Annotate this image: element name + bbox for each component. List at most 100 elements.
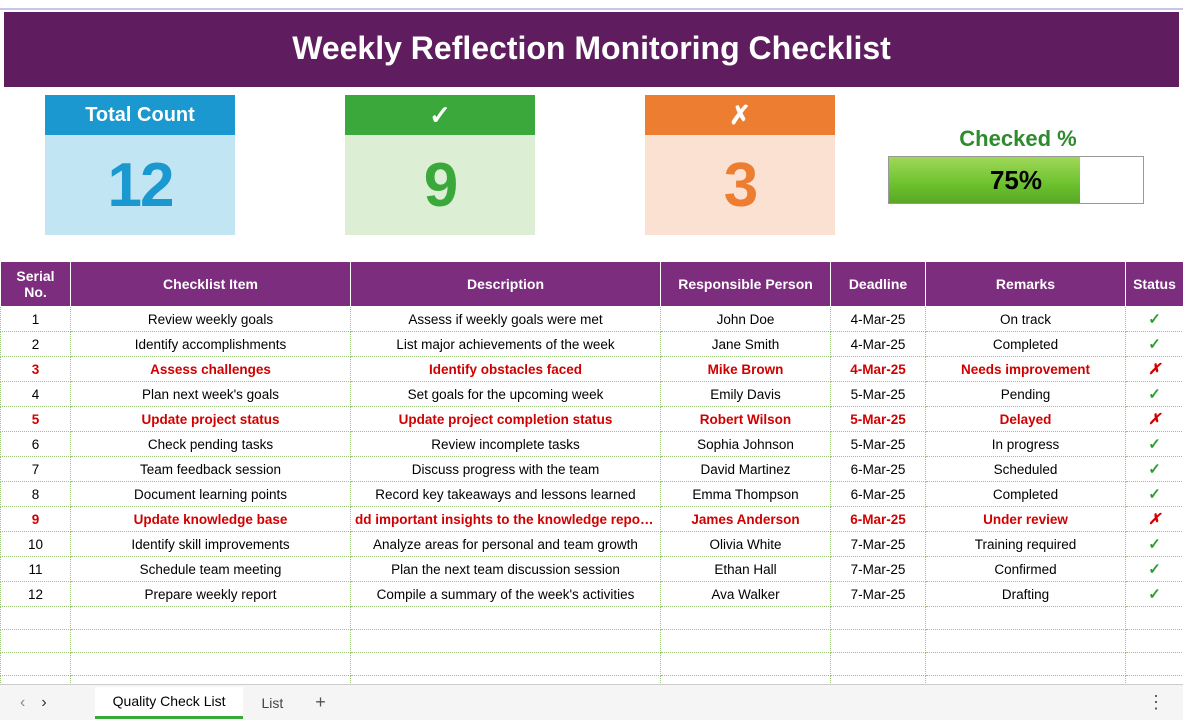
cell-deadline[interactable]: 4-Mar-25 <box>831 357 926 382</box>
cell-status[interactable]: ✓ <box>1126 482 1183 507</box>
cell-remarks[interactable]: Scheduled <box>926 457 1126 482</box>
table-row-empty[interactable] <box>1 653 1183 676</box>
cell-item[interactable]: Prepare weekly report <box>71 582 351 607</box>
cell-person[interactable]: Ethan Hall <box>661 557 831 582</box>
cell-status[interactable]: ✓ <box>1126 457 1183 482</box>
table-row[interactable]: 3Assess challengesIdentify obstacles fac… <box>1 357 1183 382</box>
cell-remarks[interactable]: Pending <box>926 382 1126 407</box>
cell-serial[interactable]: 12 <box>1 582 71 607</box>
cell-serial[interactable]: 11 <box>1 557 71 582</box>
cell-remarks[interactable]: Drafting <box>926 582 1126 607</box>
col-person[interactable]: Responsible Person <box>661 262 831 307</box>
cell-desc[interactable]: Update project completion status <box>351 407 661 432</box>
cell-person[interactable]: Ava Walker <box>661 582 831 607</box>
cell-desc[interactable]: Record key takeaways and lessons learned <box>351 482 661 507</box>
cell-item[interactable]: Identify skill improvements <box>71 532 351 557</box>
cell-desc[interactable]: Compile a summary of the week's activiti… <box>351 582 661 607</box>
cell-person[interactable]: David Martinez <box>661 457 831 482</box>
cell-serial[interactable]: 1 <box>1 307 71 332</box>
cell-status[interactable]: ✓ <box>1126 432 1183 457</box>
cell-serial[interactable]: 7 <box>1 457 71 482</box>
sheet-nav-next[interactable]: › <box>33 694 54 712</box>
table-row[interactable]: 1Review weekly goalsAssess if weekly goa… <box>1 307 1183 332</box>
cell-deadline[interactable]: 5-Mar-25 <box>831 432 926 457</box>
cell-remarks[interactable]: Training required <box>926 532 1126 557</box>
cell-serial[interactable]: 10 <box>1 532 71 557</box>
cell-desc[interactable]: Identify obstacles faced <box>351 357 661 382</box>
cell-desc[interactable]: Review incomplete tasks <box>351 432 661 457</box>
col-status[interactable]: Status <box>1126 262 1183 307</box>
table-row[interactable]: 5Update project statusUpdate project com… <box>1 407 1183 432</box>
cell-deadline[interactable]: 6-Mar-25 <box>831 457 926 482</box>
cell-status[interactable]: ✓ <box>1126 307 1183 332</box>
cell-status[interactable]: ✗ <box>1126 357 1183 382</box>
col-deadline[interactable]: Deadline <box>831 262 926 307</box>
cell-person[interactable]: Sophia Johnson <box>661 432 831 457</box>
cell-person[interactable]: Emily Davis <box>661 382 831 407</box>
cell-serial[interactable]: 9 <box>1 507 71 532</box>
cell-status[interactable]: ✓ <box>1126 557 1183 582</box>
col-remarks[interactable]: Remarks <box>926 262 1126 307</box>
col-serial[interactable]: Serial No. <box>1 262 71 307</box>
cell-deadline[interactable]: 7-Mar-25 <box>831 582 926 607</box>
table-row[interactable]: 4Plan next week's goalsSet goals for the… <box>1 382 1183 407</box>
cell-person[interactable]: Jane Smith <box>661 332 831 357</box>
cell-serial[interactable]: 6 <box>1 432 71 457</box>
cell-serial[interactable]: 4 <box>1 382 71 407</box>
cell-remarks[interactable]: Completed <box>926 482 1126 507</box>
cell-deadline[interactable]: 4-Mar-25 <box>831 332 926 357</box>
cell-desc[interactable]: List major achievements of the week <box>351 332 661 357</box>
table-row[interactable]: 12Prepare weekly reportCompile a summary… <box>1 582 1183 607</box>
cell-remarks[interactable]: In progress <box>926 432 1126 457</box>
cell-serial[interactable]: 8 <box>1 482 71 507</box>
cell-remarks[interactable]: Delayed <box>926 407 1126 432</box>
cell-person[interactable]: John Doe <box>661 307 831 332</box>
cell-person[interactable]: Robert Wilson <box>661 407 831 432</box>
cell-deadline[interactable]: 5-Mar-25 <box>831 382 926 407</box>
cell-desc[interactable]: Plan the next team discussion session <box>351 557 661 582</box>
cell-item[interactable]: Review weekly goals <box>71 307 351 332</box>
sheet-menu-icon[interactable]: ⋮ <box>1147 692 1167 713</box>
cell-person[interactable]: Emma Thompson <box>661 482 831 507</box>
table-row[interactable]: 2Identify accomplishmentsList major achi… <box>1 332 1183 357</box>
table-row[interactable]: 10Identify skill improvementsAnalyze are… <box>1 532 1183 557</box>
cell-status[interactable]: ✓ <box>1126 532 1183 557</box>
cell-remarks[interactable]: Confirmed <box>926 557 1126 582</box>
cell-status[interactable]: ✓ <box>1126 582 1183 607</box>
table-row[interactable]: 8Document learning pointsRecord key take… <box>1 482 1183 507</box>
cell-item[interactable]: Check pending tasks <box>71 432 351 457</box>
cell-remarks[interactable]: On track <box>926 307 1126 332</box>
cell-item[interactable]: Update project status <box>71 407 351 432</box>
cell-status[interactable]: ✓ <box>1126 382 1183 407</box>
cell-item[interactable]: Schedule team meeting <box>71 557 351 582</box>
cell-status[interactable]: ✓ <box>1126 332 1183 357</box>
cell-item[interactable]: Identify accomplishments <box>71 332 351 357</box>
cell-serial[interactable]: 2 <box>1 332 71 357</box>
table-row[interactable]: 11Schedule team meetingPlan the next tea… <box>1 557 1183 582</box>
cell-status[interactable]: ✗ <box>1126 507 1183 532</box>
cell-remarks[interactable]: Under review <box>926 507 1126 532</box>
table-row[interactable]: 9Update knowledge basedd important insig… <box>1 507 1183 532</box>
cell-status[interactable]: ✗ <box>1126 407 1183 432</box>
cell-desc[interactable]: Discuss progress with the team <box>351 457 661 482</box>
cell-deadline[interactable]: 7-Mar-25 <box>831 532 926 557</box>
table-row-empty[interactable] <box>1 630 1183 653</box>
cell-desc[interactable]: Set goals for the upcoming week <box>351 382 661 407</box>
tab-quality-check-list[interactable]: Quality Check List <box>95 687 244 719</box>
tab-list[interactable]: List <box>243 687 301 719</box>
cell-desc[interactable]: Assess if weekly goals were met <box>351 307 661 332</box>
cell-desc[interactable]: dd important insights to the knowledge r… <box>351 507 661 532</box>
cell-item[interactable]: Assess challenges <box>71 357 351 382</box>
cell-desc[interactable]: Analyze areas for personal and team grow… <box>351 532 661 557</box>
cell-item[interactable]: Update knowledge base <box>71 507 351 532</box>
cell-deadline[interactable]: 6-Mar-25 <box>831 507 926 532</box>
cell-person[interactable]: Olivia White <box>661 532 831 557</box>
cell-deadline[interactable]: 6-Mar-25 <box>831 482 926 507</box>
cell-remarks[interactable]: Completed <box>926 332 1126 357</box>
cell-item[interactable]: Document learning points <box>71 482 351 507</box>
sheet-nav-prev[interactable]: ‹ <box>12 694 33 712</box>
cell-item[interactable]: Team feedback session <box>71 457 351 482</box>
cell-deadline[interactable]: 4-Mar-25 <box>831 307 926 332</box>
add-sheet-button[interactable]: + <box>301 692 340 713</box>
table-row[interactable]: 6Check pending tasksReview incomplete ta… <box>1 432 1183 457</box>
